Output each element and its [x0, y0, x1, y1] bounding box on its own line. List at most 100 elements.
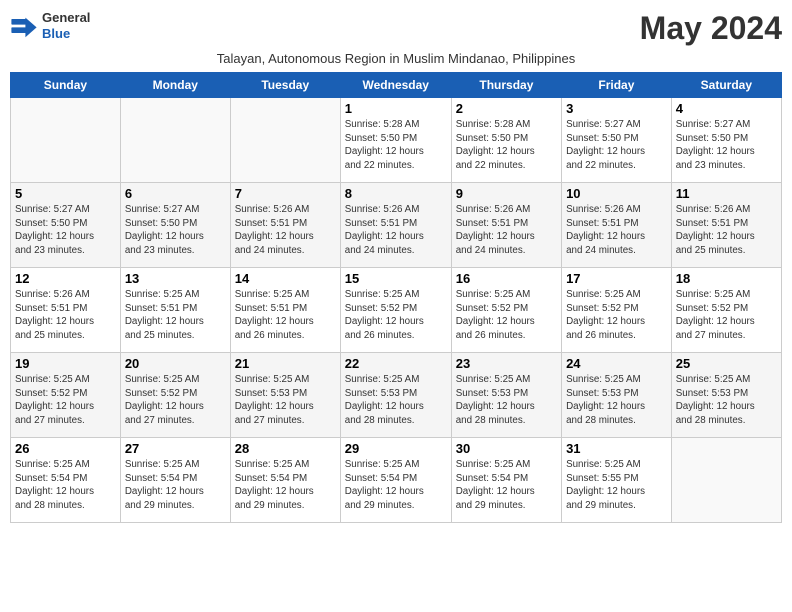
calendar-cell: 14 Sunrise: 5:25 AM Sunset: 5:51 PM Dayli… — [230, 268, 340, 353]
weekday-header-friday: Friday — [562, 73, 672, 98]
day-number: 8 — [345, 186, 447, 201]
calendar-cell: 1Sunrise: 5:28 AM Sunset: 5:50 PM Daylig… — [340, 98, 451, 183]
calendar-cell: 21Sunrise: 5:25 AM Sunset: 5:53 PM Dayli… — [230, 353, 340, 438]
calendar-cell: 6 Sunrise: 5:27 AM Sunset: 5:50 PM Daylig… — [120, 183, 230, 268]
calendar-table: SundayMondayTuesdayWednesdayThursdayFrid… — [10, 72, 782, 523]
calendar-cell: 5 Sunrise: 5:27 AM Sunset: 5:50 PM Daylig… — [11, 183, 121, 268]
weekday-header-saturday: Saturday — [671, 73, 781, 98]
calendar-cell — [11, 98, 121, 183]
day-info: Sunrise: 5:26 AM Sunset: 5:51 PM Dayligh… — [456, 203, 557, 258]
day-info: Sunrise: 5:25 AM Sunset: 5:52 PM Dayligh… — [566, 288, 667, 343]
calendar-cell: 3Sunrise: 5:27 AM Sunset: 5:50 PM Daylig… — [562, 98, 672, 183]
day-info: Sunrise: 5:25 AM Sunset: 5:53 PM Dayligh… — [456, 373, 557, 428]
calendar-cell: 24 Sunrise: 5:25 AM Sunset: 5:53 PM Dayli… — [562, 353, 672, 438]
calendar-week-row: 12 Sunrise: 5:26 AM Sunset: 5:51 PM Dayli… — [11, 268, 782, 353]
day-number: 7 — [235, 186, 336, 201]
month-title: May 2024 — [640, 10, 782, 47]
day-info: Sunrise: 5:26 AM Sunset: 5:51 PM Dayligh… — [15, 288, 116, 343]
logo-blue: Blue — [42, 26, 90, 42]
calendar-week-row: 5 Sunrise: 5:27 AM Sunset: 5:50 PM Daylig… — [11, 183, 782, 268]
day-info: Sunrise: 5:25 AM Sunset: 5:53 PM Dayligh… — [566, 373, 667, 428]
weekday-header-row: SundayMondayTuesdayWednesdayThursdayFrid… — [11, 73, 782, 98]
day-number: 1 — [345, 101, 447, 116]
day-info: Sunrise: 5:26 AM Sunset: 5:51 PM Dayligh… — [345, 203, 447, 258]
weekday-header-wednesday: Wednesday — [340, 73, 451, 98]
calendar-cell: 16 Sunrise: 5:25 AM Sunset: 5:52 PM Dayli… — [451, 268, 561, 353]
day-number: 5 — [15, 186, 116, 201]
day-info: Sunrise: 5:25 AM Sunset: 5:53 PM Dayligh… — [345, 373, 447, 428]
calendar-cell: 9 Sunrise: 5:26 AM Sunset: 5:51 PM Daylig… — [451, 183, 561, 268]
logo-text: General Blue — [42, 10, 90, 41]
day-info: Sunrise: 5:27 AM Sunset: 5:50 PM Dayligh… — [125, 203, 226, 258]
calendar-cell: 13Sunrise: 5:25 AM Sunset: 5:51 PM Dayli… — [120, 268, 230, 353]
calendar-cell — [671, 438, 781, 523]
calendar-cell: 19Sunrise: 5:25 AM Sunset: 5:52 PM Dayli… — [11, 353, 121, 438]
calendar-cell: 29Sunrise: 5:25 AM Sunset: 5:54 PM Dayli… — [340, 438, 451, 523]
calendar-week-row: 19Sunrise: 5:25 AM Sunset: 5:52 PM Dayli… — [11, 353, 782, 438]
calendar-week-row: 26 Sunrise: 5:25 AM Sunset: 5:54 PM Dayli… — [11, 438, 782, 523]
day-number: 18 — [676, 271, 777, 286]
calendar-cell: 12 Sunrise: 5:26 AM Sunset: 5:51 PM Dayli… — [11, 268, 121, 353]
day-number: 16 — [456, 271, 557, 286]
logo-general: General — [42, 10, 90, 26]
day-info: Sunrise: 5:25 AM Sunset: 5:54 PM Dayligh… — [345, 458, 447, 513]
calendar-cell: 22 Sunrise: 5:25 AM Sunset: 5:53 PM Dayli… — [340, 353, 451, 438]
subtitle: Talayan, Autonomous Region in Muslim Min… — [10, 51, 782, 66]
calendar-cell: 11Sunrise: 5:26 AM Sunset: 5:51 PM Dayli… — [671, 183, 781, 268]
day-number: 24 — [566, 356, 667, 371]
day-info: Sunrise: 5:25 AM Sunset: 5:54 PM Dayligh… — [235, 458, 336, 513]
weekday-header-thursday: Thursday — [451, 73, 561, 98]
day-number: 15 — [345, 271, 447, 286]
calendar-cell: 31 Sunrise: 5:25 AM Sunset: 5:55 PM Dayli… — [562, 438, 672, 523]
calendar-cell: 8 Sunrise: 5:26 AM Sunset: 5:51 PM Daylig… — [340, 183, 451, 268]
logo: General Blue — [10, 10, 90, 41]
day-info: Sunrise: 5:26 AM Sunset: 5:51 PM Dayligh… — [566, 203, 667, 258]
calendar-cell: 20 Sunrise: 5:25 AM Sunset: 5:52 PM Dayli… — [120, 353, 230, 438]
day-number: 6 — [125, 186, 226, 201]
day-info: Sunrise: 5:25 AM Sunset: 5:55 PM Dayligh… — [566, 458, 667, 513]
day-number: 17 — [566, 271, 667, 286]
weekday-header-monday: Monday — [120, 73, 230, 98]
calendar-cell — [120, 98, 230, 183]
calendar-cell: 30 Sunrise: 5:25 AM Sunset: 5:54 PM Dayli… — [451, 438, 561, 523]
day-number: 9 — [456, 186, 557, 201]
day-number: 26 — [15, 441, 116, 456]
day-number: 25 — [676, 356, 777, 371]
day-info: Sunrise: 5:28 AM Sunset: 5:50 PM Dayligh… — [456, 118, 557, 173]
day-info: Sunrise: 5:25 AM Sunset: 5:54 PM Dayligh… — [456, 458, 557, 513]
calendar-cell: 26Sunrise: 5:25 AM Sunset: 5:54 PM Dayli… — [11, 438, 121, 523]
day-info: Sunrise: 5:25 AM Sunset: 5:53 PM Dayligh… — [235, 373, 336, 428]
day-number: 11 — [676, 186, 777, 201]
day-number: 20 — [125, 356, 226, 371]
day-number: 30 — [456, 441, 557, 456]
page-header: General Blue May 2024 — [10, 10, 782, 47]
logo-icon — [10, 12, 38, 40]
calendar-cell: 25Sunrise: 5:25 AM Sunset: 5:53 PM Dayli… — [671, 353, 781, 438]
day-number: 12 — [15, 271, 116, 286]
calendar-cell — [230, 98, 340, 183]
calendar-cell: 2 Sunrise: 5:28 AM Sunset: 5:50 PM Daylig… — [451, 98, 561, 183]
day-number: 4 — [676, 101, 777, 116]
day-number: 3 — [566, 101, 667, 116]
calendar-cell: 28Sunrise: 5:25 AM Sunset: 5:54 PM Dayli… — [230, 438, 340, 523]
day-number: 27 — [125, 441, 226, 456]
day-number: 2 — [456, 101, 557, 116]
day-info: Sunrise: 5:25 AM Sunset: 5:52 PM Dayligh… — [15, 373, 116, 428]
day-number: 10 — [566, 186, 667, 201]
day-info: Sunrise: 5:25 AM Sunset: 5:52 PM Dayligh… — [125, 373, 226, 428]
day-info: Sunrise: 5:25 AM Sunset: 5:54 PM Dayligh… — [125, 458, 226, 513]
day-info: Sunrise: 5:25 AM Sunset: 5:52 PM Dayligh… — [345, 288, 447, 343]
day-info: Sunrise: 5:26 AM Sunset: 5:51 PM Dayligh… — [235, 203, 336, 258]
day-info: Sunrise: 5:25 AM Sunset: 5:51 PM Dayligh… — [125, 288, 226, 343]
day-info: Sunrise: 5:27 AM Sunset: 5:50 PM Dayligh… — [15, 203, 116, 258]
calendar-cell: 17 Sunrise: 5:25 AM Sunset: 5:52 PM Dayli… — [562, 268, 672, 353]
day-info: Sunrise: 5:25 AM Sunset: 5:52 PM Dayligh… — [456, 288, 557, 343]
weekday-header-sunday: Sunday — [11, 73, 121, 98]
day-number: 14 — [235, 271, 336, 286]
day-info: Sunrise: 5:25 AM Sunset: 5:51 PM Dayligh… — [235, 288, 336, 343]
day-number: 22 — [345, 356, 447, 371]
calendar-cell: 7 Sunrise: 5:26 AM Sunset: 5:51 PM Daylig… — [230, 183, 340, 268]
weekday-header-tuesday: Tuesday — [230, 73, 340, 98]
day-number: 31 — [566, 441, 667, 456]
calendar-cell: 18Sunrise: 5:25 AM Sunset: 5:52 PM Dayli… — [671, 268, 781, 353]
